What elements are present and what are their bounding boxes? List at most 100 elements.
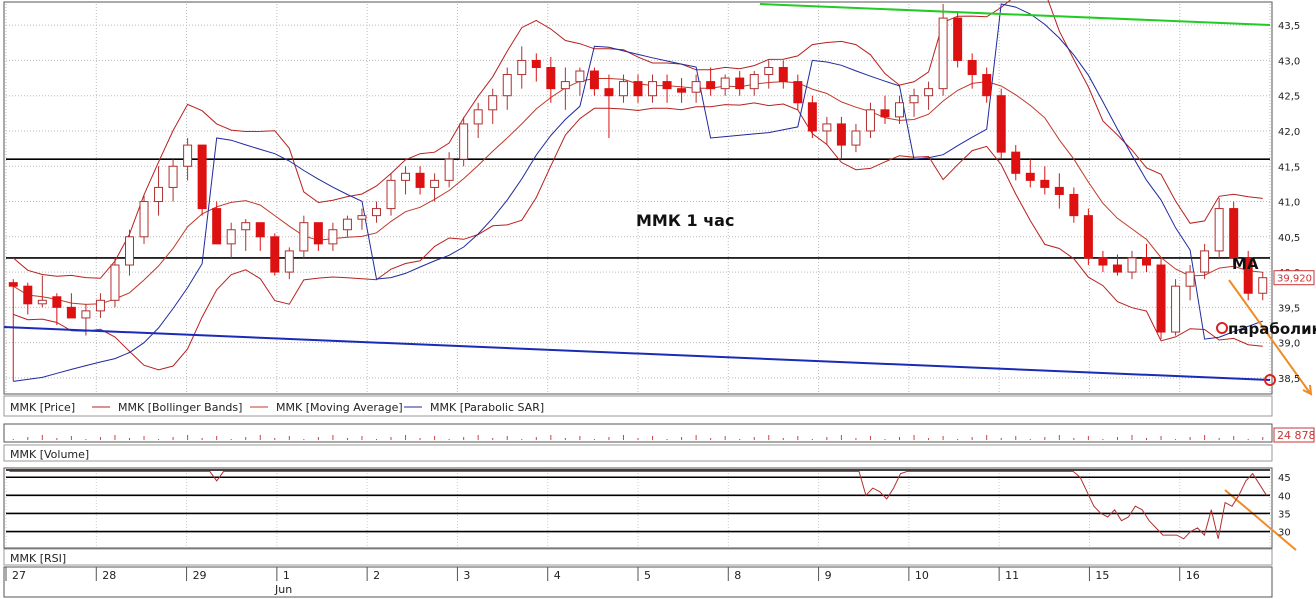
y-tick-label: 42,5 [1278, 92, 1300, 103]
candle-body [1011, 151, 1021, 174]
candle-body [778, 66, 788, 83]
candle-body [633, 81, 643, 97]
legend-parabolic-sar: MMK [Parabolic SAR] [430, 401, 544, 414]
candle-body [1054, 186, 1064, 195]
candle-body [677, 88, 687, 93]
rsi-label-panel [3, 548, 1273, 566]
y-tick-label: 41,0 [1278, 198, 1300, 209]
candle [110, 257, 120, 308]
candle-body [386, 179, 396, 210]
candle [1171, 279, 1181, 336]
candle-body [1112, 264, 1122, 273]
candle [270, 233, 280, 276]
candle-body [154, 186, 164, 203]
candle-body [618, 81, 628, 97]
candle-body [560, 81, 570, 90]
candle-body [851, 130, 861, 146]
volume-label: MMK [Volume] [10, 448, 89, 461]
candle-body [1040, 179, 1050, 188]
candle-body [8, 282, 18, 287]
candle-body [23, 285, 33, 305]
candle [1156, 257, 1166, 340]
candle-body [183, 144, 193, 167]
candle-body [662, 81, 672, 90]
x-tick-label: 2 [373, 569, 380, 582]
ma-annotation: MA [1232, 255, 1259, 273]
candle [459, 116, 469, 167]
candle-body [430, 179, 440, 188]
candle-body [270, 236, 280, 273]
candle-body [284, 250, 294, 273]
candle-body [793, 81, 803, 104]
x-tick-label: 10 [915, 569, 929, 582]
candle-body [1098, 257, 1108, 266]
rsi-y-tick: 45 [1278, 473, 1291, 484]
candle-body [720, 77, 730, 90]
candle-body [52, 296, 62, 308]
candle-body [81, 310, 91, 319]
x-tick-label: 29 [193, 569, 207, 582]
candle-body [982, 74, 992, 97]
y-tick-label: 39,0 [1278, 339, 1300, 350]
candle-body [401, 172, 411, 181]
candle-body [996, 95, 1006, 153]
candle-body [1083, 215, 1093, 259]
candle-body [37, 299, 47, 305]
candle-body [1214, 208, 1224, 252]
candle-body [575, 70, 585, 83]
candle-body [517, 59, 527, 76]
candle-body [255, 222, 265, 238]
candle-body [342, 218, 352, 231]
candle-body [924, 88, 934, 97]
x-tick-label: 11 [1005, 569, 1019, 582]
candle-body [371, 208, 381, 217]
y-tick-label: 43,0 [1278, 56, 1300, 67]
candle-body [953, 17, 963, 61]
candle-body [589, 70, 599, 90]
volume-last-value: 24 878 [1277, 429, 1316, 442]
candle-body [648, 81, 658, 97]
rsi-y-tick: 40 [1278, 491, 1291, 502]
y-tick-label: 39,5 [1278, 303, 1300, 314]
x-tick-label: 3 [463, 569, 470, 582]
x-tick-label: 27 [12, 569, 26, 582]
candle-body [1258, 277, 1268, 294]
y-tick-label: 42,0 [1278, 127, 1300, 138]
candle-body [357, 215, 367, 220]
x-tick-label: 5 [644, 569, 651, 582]
candle-body [1025, 172, 1035, 181]
y-tick-label: 38,5 [1278, 374, 1300, 385]
candle-body [1171, 285, 1181, 333]
x-tick-label: 15 [1095, 569, 1109, 582]
candle-body [807, 102, 817, 132]
candle-body [197, 144, 207, 210]
rsi-y-tick: 35 [1278, 509, 1291, 520]
candle-body [241, 222, 251, 231]
candle-body [168, 165, 178, 188]
candle-body [546, 66, 556, 90]
legend-bollinger: MMK [Bollinger Bands] [118, 401, 242, 414]
candle-body [1185, 271, 1195, 287]
x-tick-label: 16 [1186, 569, 1200, 582]
candle-body [895, 102, 905, 118]
candle-body [299, 222, 309, 252]
y-tick-label: 43,5 [1278, 21, 1300, 32]
candle-body [531, 59, 541, 68]
candle-body [822, 123, 832, 132]
candle-body [938, 17, 948, 90]
candle-body [967, 59, 977, 76]
candle-body [473, 109, 483, 125]
y-tick-label: 40,5 [1278, 233, 1300, 244]
rsi-y-tick: 30 [1278, 528, 1291, 539]
candle-body [459, 123, 469, 160]
candle [953, 11, 963, 68]
legend-moving-average: MMK [Moving Average] [276, 401, 403, 414]
candle-body [1127, 257, 1137, 273]
candle [139, 194, 149, 244]
candle-body [1200, 250, 1210, 273]
candle [938, 4, 948, 96]
candle [197, 144, 207, 216]
x-tick-label: 28 [102, 569, 116, 582]
candle-body [749, 74, 759, 90]
candle-body [313, 222, 323, 245]
